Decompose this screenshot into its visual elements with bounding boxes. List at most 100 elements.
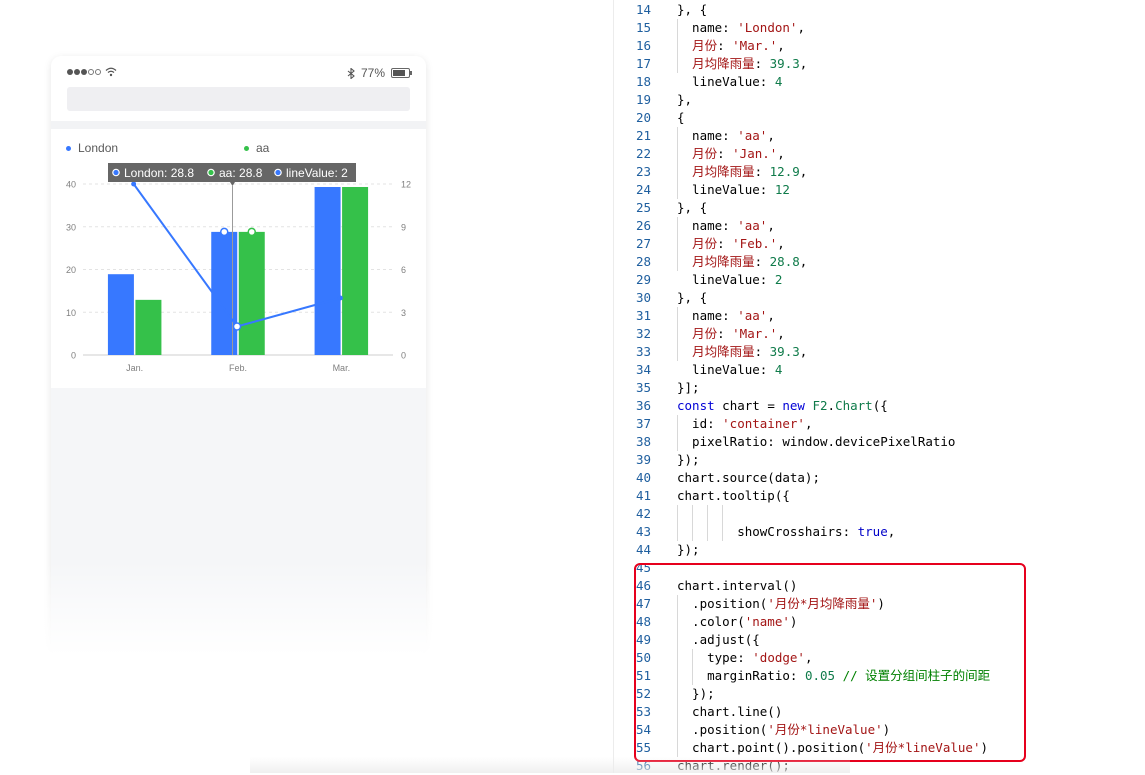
code-text: lineValue: 12 [677,182,790,197]
divider [51,121,426,129]
code-line[interactable]: 14}, { [614,1,1145,19]
code-text: const chart = new F2.Chart({ [677,398,888,413]
x-tick-label: Mar. [333,363,351,373]
code-line[interactable]: 16 月份: 'Mar.', [614,37,1145,55]
code-line[interactable]: 15 name: 'London', [614,19,1145,37]
code-text: pixelRatio: window.devicePixelRatio [677,434,956,449]
y2-tick-label: 6 [401,265,406,275]
tooltip-item-linevalue: lineValue: 2 [286,166,348,180]
indent-guide [722,505,723,541]
code-text: }, { [677,200,708,215]
y2-tick-label: 12 [401,180,411,190]
indent-guide [692,505,693,541]
code-line[interactable]: 34 lineValue: 4 [614,361,1145,379]
line-number: 32 [635,326,651,341]
code-text: 月份: 'Mar.', [692,38,785,53]
line-number: 37 [635,416,651,431]
code-text: 月均降雨量: 12.9, [692,164,808,179]
code-text: lineValue: 2 [677,272,783,287]
code-line[interactable]: 21 name: 'aa', [614,127,1145,145]
code-text: }, [677,92,693,107]
chart-panel: London aa 0 10 20 30 40 0 3 6 9 12 Jan. Feb. Mar. Lo… [51,129,426,388]
code-line[interactable]: 39}); [614,451,1145,469]
tooltip-item-london: London: 28.8 [124,166,194,180]
indent-guide [677,505,678,541]
bar-aa[interactable] [342,186,369,355]
y-tick-label: 0 [71,351,76,361]
code-line[interactable]: 43 showCrosshairs: true, [614,523,1145,541]
line-number: 25 [635,200,651,215]
code-line[interactable]: 35}]; [614,379,1145,397]
code-line[interactable]: 44}); [614,541,1145,559]
y-tick-label: 20 [66,265,76,275]
line-number: 26 [635,218,651,233]
line-number: 16 [635,38,651,53]
line-number: 41 [635,488,651,503]
active-marker-london [220,227,229,237]
line-number: 27 [635,236,651,251]
code-line[interactable]: 32 月份: 'Mar.', [614,325,1145,343]
line-point[interactable] [337,295,343,301]
line-number: 31 [635,308,651,323]
code-line[interactable]: 17 月均降雨量: 39.3, [614,55,1145,73]
code-text: }, { [677,290,708,305]
battery-icon [391,68,412,78]
line-point[interactable] [131,181,137,187]
code-line[interactable]: 36 const chart = new F2.Chart({ [614,397,1145,415]
code-line[interactable]: 22 月份: 'Jan.', [614,145,1145,163]
indent-guide [677,19,678,73]
code-line[interactable]: 25 }, { [614,199,1145,217]
tooltip-marker-london [112,168,120,177]
tooltip-marker-linevalue [274,168,282,177]
y2-tick-label: 3 [401,308,406,318]
code-text: name: 'aa', [677,218,775,233]
code-line[interactable]: 38 pixelRatio: window.devicePixelRatio [614,433,1145,451]
bar-london[interactable] [211,231,238,355]
bar-line-chart[interactable]: 0 10 20 30 40 0 3 6 9 12 Jan. Feb. Mar. London: 28.8… [51,129,426,388]
line-number: 38 [635,434,651,449]
line-number: 40 [635,470,651,485]
code-line[interactable]: 29 lineValue: 2 [614,271,1145,289]
bar-london[interactable] [314,186,341,355]
code-line[interactable]: 37 id: 'container', [614,415,1145,433]
line-number: 39 [635,452,651,467]
code-line[interactable]: 19}, [614,91,1145,109]
code-line[interactable]: 40 chart.source(data); [614,469,1145,487]
code-text: lineValue: 4 [677,362,783,377]
code-line[interactable]: 33 月均降雨量: 39.3, [614,343,1145,361]
line-number: 24 [635,182,651,197]
line-number: 33 [635,344,651,359]
bar-aa[interactable] [238,231,265,355]
code-line[interactable]: 20 { [614,109,1145,127]
line-number: 34 [635,362,651,377]
tooltip-item-aa: aa: 28.8 [219,166,263,180]
code-line[interactable]: 28 月均降雨量: 28.8, [614,253,1145,271]
line-number: 35 [635,380,651,395]
indent-guide [677,127,678,199]
code-line[interactable]: 31 name: 'aa', [614,307,1145,325]
code-line[interactable]: 27 月份: 'Feb.', [614,235,1145,253]
code-line[interactable]: 18 lineValue: 4 [614,73,1145,91]
bar-london[interactable] [107,274,134,355]
code-line[interactable]: 42 [614,505,1145,523]
code-line[interactable]: 41 chart.tooltip({ [614,487,1145,505]
code-text: 月份: 'Jan.', [692,146,785,161]
line-number: 36 [635,398,651,413]
line-number: 42 [635,506,651,521]
y-tick-label: 10 [66,308,76,318]
tooltip-marker-aa [207,168,215,177]
code-text: id: 'container', [677,416,813,431]
bluetooth-icon [347,67,355,79]
line-number: 15 [635,20,651,35]
code-line[interactable]: 30}, { [614,289,1145,307]
line-point-active[interactable] [232,322,242,331]
code-line[interactable]: 26 name: 'aa', [614,217,1145,235]
line-number: 21 [635,128,651,143]
code-line[interactable]: 23 月均降雨量: 12.9, [614,163,1145,181]
line-number: 22 [635,146,651,161]
bar-aa[interactable] [135,299,162,355]
search-bar[interactable] [67,87,410,111]
code-line[interactable]: 24 lineValue: 12 [614,181,1145,199]
code-text: 月均降雨量: 28.8, [692,254,808,269]
line-number: 20 [635,110,651,125]
